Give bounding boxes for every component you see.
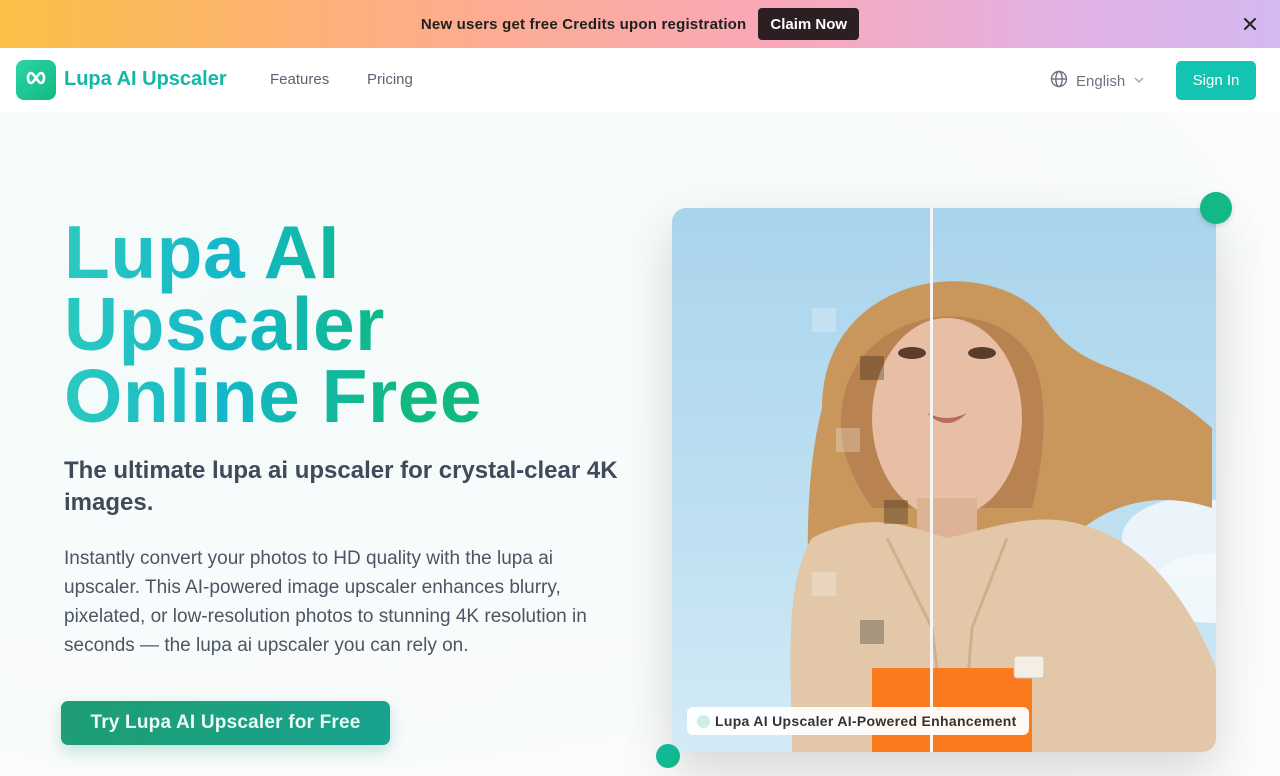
hero-title-line: Online Free xyxy=(64,354,483,438)
infinity-icon xyxy=(25,71,47,90)
comparison-divider[interactable] xyxy=(930,208,933,752)
logo[interactable] xyxy=(16,60,56,100)
portrait-illustration xyxy=(790,281,1216,752)
claim-now-button[interactable]: Claim Now xyxy=(758,8,860,40)
image-label-text: Lupa AI Upscaler AI-Powered Enhancement xyxy=(715,713,1017,729)
language-label: English xyxy=(1076,72,1126,90)
language-selector[interactable]: English xyxy=(1050,70,1145,92)
hero-description: Instantly convert your photos to HD qual… xyxy=(64,548,587,656)
hero-section: Lupa AI Upscaler Online Free The ultimat… xyxy=(0,112,1280,776)
decorative-dot xyxy=(1200,192,1232,224)
promo-banner: New users get free Credits upon registra… xyxy=(0,0,1280,48)
top-nav: Lupa AI Upscaler Features Pricing Englis… xyxy=(0,48,1280,112)
hero-title-line: Lupa AI xyxy=(64,210,340,294)
hero-title: Lupa AI Upscaler Online Free xyxy=(64,216,482,432)
try-free-button[interactable]: Try Lupa AI Upscaler for Free xyxy=(61,701,390,745)
nav-link-pricing[interactable]: Pricing xyxy=(367,71,413,88)
hero-title-line: Upscaler xyxy=(64,282,385,366)
globe-icon xyxy=(1050,70,1068,92)
chevron-down-icon xyxy=(1133,73,1145,90)
brand-name[interactable]: Lupa AI Upscaler xyxy=(64,68,227,91)
close-icon[interactable] xyxy=(1240,14,1260,34)
before-after-image[interactable]: Lupa AI Upscaler AI-Powered Enhancement xyxy=(672,208,1216,752)
promo-text: New users get free Credits upon registra… xyxy=(420,15,747,33)
hero-subtitle: The ultimate lupa ai upscaler for crysta… xyxy=(64,457,618,516)
sign-in-button[interactable]: Sign In xyxy=(1176,61,1256,100)
decorative-dot xyxy=(656,744,680,768)
nav-link-features[interactable]: Features xyxy=(270,71,329,88)
status-dot-icon xyxy=(697,715,710,728)
image-label: Lupa AI Upscaler AI-Powered Enhancement xyxy=(687,707,1029,735)
